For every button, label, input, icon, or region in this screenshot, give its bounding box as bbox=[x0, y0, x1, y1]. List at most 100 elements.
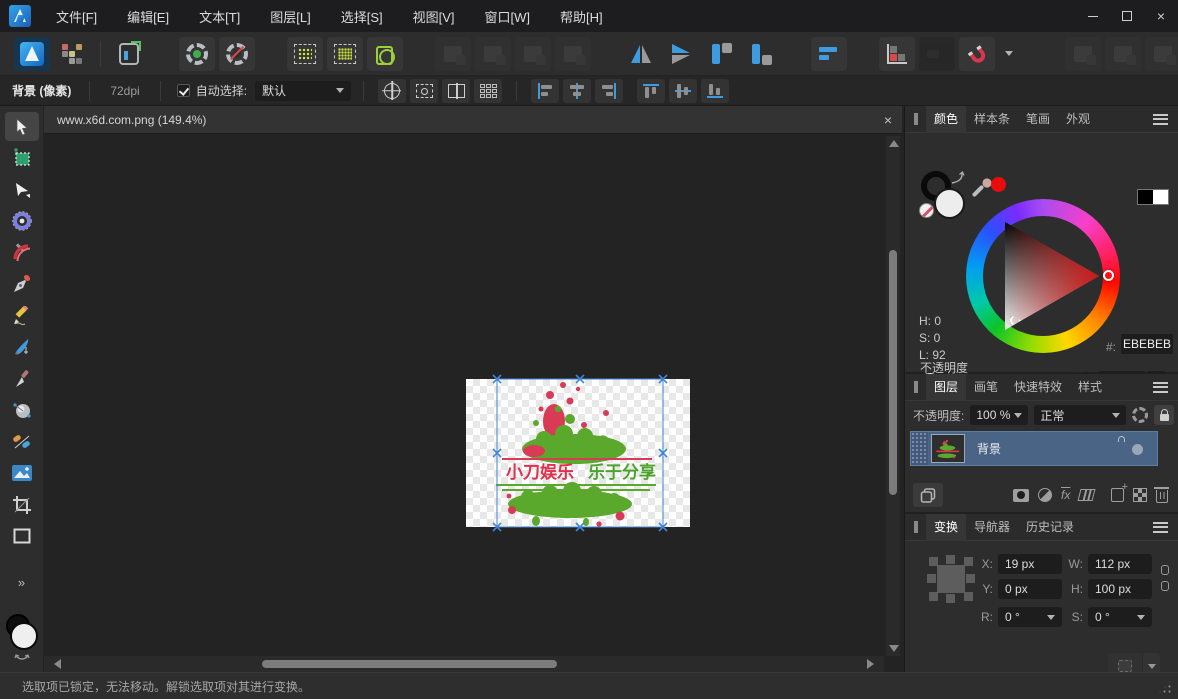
snapping-chevron-button[interactable] bbox=[999, 37, 1019, 71]
menu-view[interactable]: 视图[V] bbox=[398, 0, 470, 32]
flip-vertical-button[interactable] bbox=[663, 37, 699, 71]
resize-grip[interactable] bbox=[1158, 680, 1172, 694]
tab-quick-fx[interactable]: 快速特效 bbox=[1006, 374, 1070, 401]
scroll-up-arrow[interactable] bbox=[889, 140, 899, 147]
tab-swatches[interactable]: 样本条 bbox=[966, 106, 1018, 133]
tab-navigator[interactable]: 导航器 bbox=[966, 514, 1018, 541]
fill-stroke-wells[interactable] bbox=[4, 614, 40, 660]
horizontal-scrollbar[interactable] bbox=[44, 656, 884, 672]
panel-menu-icon[interactable] bbox=[1153, 114, 1168, 125]
swap-fill-stroke-icon[interactable] bbox=[950, 171, 965, 185]
pencil-tool[interactable] bbox=[5, 301, 39, 330]
no-color-well[interactable] bbox=[919, 203, 934, 218]
tab-transform[interactable]: 变换 bbox=[926, 514, 966, 541]
black-white-swatch[interactable] bbox=[1137, 189, 1169, 205]
pixel-grid-button[interactable] bbox=[474, 79, 502, 103]
align-order-button[interactable] bbox=[811, 37, 847, 71]
adjustment-layer-button[interactable] bbox=[1038, 488, 1052, 502]
auto-select-checkbox[interactable] bbox=[177, 84, 190, 97]
rotate-cw-button[interactable] bbox=[743, 37, 779, 71]
canvas-viewport[interactable]: 小刀娱乐 乐于分享 bbox=[44, 134, 902, 672]
new-pixel-layer-button[interactable] bbox=[1133, 488, 1147, 502]
minimize-button[interactable] bbox=[1076, 0, 1110, 32]
tab-brushes[interactable]: 画笔 bbox=[966, 374, 1006, 401]
align-top-button[interactable] bbox=[637, 79, 665, 103]
document-tab[interactable]: www.x6d.com.png (149.4%) bbox=[44, 113, 206, 127]
fill-tool[interactable] bbox=[5, 396, 39, 425]
vector-crop-tool[interactable] bbox=[5, 490, 39, 519]
picked-color-swatch[interactable] bbox=[991, 177, 1006, 192]
tab-close-button[interactable]: × bbox=[874, 112, 902, 128]
menu-edit[interactable]: 编辑[E] bbox=[112, 0, 184, 32]
tab-color[interactable]: 颜色 bbox=[926, 106, 966, 133]
pen-tool[interactable] bbox=[5, 270, 39, 299]
selection-outline-button[interactable] bbox=[367, 37, 403, 71]
fill-well[interactable] bbox=[934, 188, 965, 219]
selection-visibility-button[interactable] bbox=[410, 79, 438, 103]
hue-selector[interactable] bbox=[1103, 270, 1114, 281]
tools-expand-button[interactable]: » bbox=[18, 575, 25, 590]
designer-persona-button[interactable] bbox=[14, 37, 50, 71]
layer-opacity-dropdown[interactable]: 100 % bbox=[970, 405, 1028, 425]
scroll-left-arrow[interactable] bbox=[54, 659, 61, 669]
panel-menu-icon[interactable] bbox=[1153, 522, 1168, 533]
group-layers-button[interactable] bbox=[913, 483, 943, 507]
h-input[interactable]: 100 px bbox=[1088, 579, 1152, 599]
mesh-warp-button[interactable] bbox=[1078, 489, 1096, 501]
anchor-point-selector[interactable] bbox=[927, 555, 975, 603]
align-left-button[interactable] bbox=[531, 79, 559, 103]
blend-options-gear-icon[interactable] bbox=[1132, 407, 1148, 423]
x-input[interactable]: 19 px bbox=[998, 554, 1062, 574]
scroll-right-arrow[interactable] bbox=[867, 659, 874, 669]
tab-layers[interactable]: 图层 bbox=[926, 374, 966, 401]
menu-help[interactable]: 帮助[H] bbox=[545, 0, 618, 32]
tab-appearance[interactable]: 外观 bbox=[1058, 106, 1098, 133]
gear-green-button[interactable] bbox=[179, 37, 215, 71]
auto-select-dropdown[interactable]: 默认 bbox=[255, 81, 351, 101]
align-center-h-button[interactable] bbox=[563, 79, 591, 103]
tab-history[interactable]: 历史记录 bbox=[1018, 514, 1082, 541]
panel-grip-icon[interactable] bbox=[914, 113, 918, 125]
place-image-tool[interactable] bbox=[5, 459, 39, 488]
vector-brush-tool[interactable] bbox=[5, 333, 39, 362]
transform-mode-button[interactable] bbox=[442, 79, 470, 103]
align-bottom-button[interactable] bbox=[701, 79, 729, 103]
y-input[interactable]: 0 px bbox=[998, 579, 1062, 599]
panel-menu-icon[interactable] bbox=[1153, 382, 1168, 393]
layer-drag-handle[interactable] bbox=[911, 432, 928, 465]
pixel-persona-button[interactable] bbox=[54, 37, 90, 71]
vertical-scrollbar[interactable] bbox=[886, 136, 900, 656]
export-persona-button[interactable] bbox=[111, 37, 147, 71]
snapping-magnet-button[interactable] bbox=[959, 37, 995, 71]
mask-layer-button[interactable] bbox=[1013, 489, 1029, 502]
close-button[interactable]: × bbox=[1144, 0, 1178, 32]
gear-red-button[interactable] bbox=[219, 37, 255, 71]
menu-layer[interactable]: 图层[L] bbox=[255, 0, 325, 32]
fill-color-well[interactable] bbox=[10, 622, 38, 650]
tab-stroke[interactable]: 笔画 bbox=[1018, 106, 1058, 133]
scroll-down-arrow[interactable] bbox=[889, 645, 899, 652]
layer-thumbnail[interactable] bbox=[931, 434, 965, 463]
selection-brush-tool[interactable] bbox=[5, 144, 39, 173]
layer-visibility-toggle[interactable] bbox=[1132, 444, 1143, 455]
node-tool[interactable] bbox=[5, 175, 39, 204]
point-transform-tool[interactable] bbox=[5, 207, 39, 236]
panel-grip-icon[interactable] bbox=[914, 521, 918, 533]
flip-horizontal-button[interactable] bbox=[623, 37, 659, 71]
contour-tool[interactable] bbox=[5, 238, 39, 267]
align-right-button[interactable] bbox=[595, 79, 623, 103]
vertical-scroll-thumb[interactable] bbox=[889, 250, 897, 495]
blend-mode-dropdown[interactable]: 正常 bbox=[1034, 405, 1126, 425]
layer-name[interactable]: 背景 bbox=[977, 440, 1001, 457]
selection-dots-button-1[interactable] bbox=[287, 37, 323, 71]
tab-styles[interactable]: 样式 bbox=[1070, 374, 1110, 401]
maximize-button[interactable] bbox=[1110, 0, 1144, 32]
delete-layer-button[interactable] bbox=[1156, 490, 1168, 503]
menu-file[interactable]: 文件[F] bbox=[41, 0, 112, 32]
rectangle-tool[interactable] bbox=[5, 522, 39, 551]
knife-tool[interactable] bbox=[5, 364, 39, 393]
hex-input[interactable]: EBEBEB bbox=[1121, 334, 1173, 354]
transparency-tool[interactable] bbox=[5, 427, 39, 456]
shear-dropdown[interactable]: 0 ° bbox=[1088, 607, 1152, 627]
selection-handles[interactable] bbox=[493, 375, 667, 531]
